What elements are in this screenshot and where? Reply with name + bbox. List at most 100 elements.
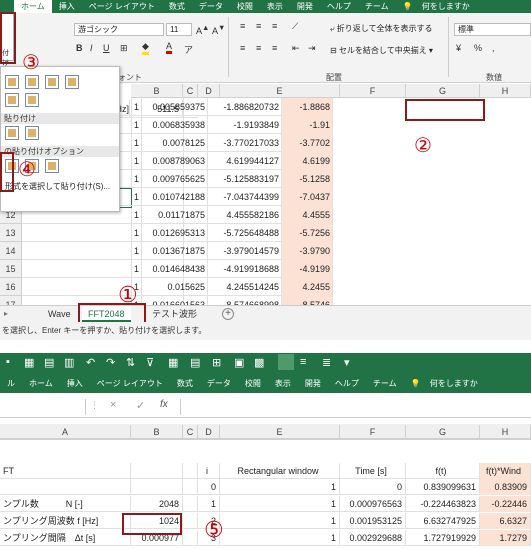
cell-ft[interactable]: 4.619944127 — [208, 152, 282, 170]
cell-ft-window[interactable]: -7.0437 — [282, 188, 333, 206]
align-bottom-icon[interactable]: ≡ — [272, 21, 277, 31]
cell-time[interactable]: 0.008789063 — [142, 152, 208, 170]
cell-ft-window[interactable]: 1.7279 — [480, 530, 531, 546]
camera-icon[interactable]: ▩ — [254, 356, 264, 369]
customize-icon[interactable]: ▾ — [344, 356, 350, 369]
cell-a-header[interactable]: FT — [0, 463, 131, 479]
sheet-tab-test-wave[interactable]: テスト波形 — [146, 306, 203, 322]
col-header-g-2[interactable]: G — [406, 425, 480, 439]
row-index-cell[interactable]: 13 — [0, 224, 22, 242]
cell-g-header[interactable]: f(t) — [406, 463, 480, 479]
font-name-combo[interactable]: 游ゴシック — [74, 23, 164, 36]
cell-window[interactable]: 1 — [22, 260, 142, 278]
enter-icon[interactable]: ✓ — [136, 399, 145, 412]
col-header-a-2[interactable]: A — [0, 425, 131, 439]
cell-window[interactable]: 1 — [22, 242, 142, 260]
cell-ft[interactable]: -5.125883197 — [208, 170, 282, 188]
cell-ft[interactable]: -3.770217033 — [208, 134, 282, 152]
comma-icon[interactable]: , — [492, 43, 495, 53]
cell-ft[interactable]: -7.043744399 — [208, 188, 282, 206]
col-header-f[interactable]: F — [340, 84, 406, 98]
format-icon[interactable]: ▤ — [190, 356, 200, 369]
cell-ft[interactable]: 0.839099631 — [406, 479, 480, 495]
tell-me-box-2[interactable]: 💡 何をしますか — [404, 378, 492, 389]
cell-c[interactable] — [183, 530, 198, 546]
paste-no-borders-icon[interactable] — [65, 75, 79, 89]
cell-i[interactable]: 1 — [198, 496, 220, 512]
cell-param-label[interactable]: ンプリング周波数 f [Hz] — [0, 513, 131, 529]
tab-help[interactable]: ヘルプ — [320, 1, 358, 12]
cell-time[interactable]: 0.015625 — [142, 278, 208, 296]
tell-me-box[interactable]: 💡 何をしますか — [396, 1, 484, 12]
paste-col-width-icon[interactable] — [5, 93, 19, 107]
formula-input[interactable] — [180, 399, 531, 415]
align-center-icon[interactable]: ≡ — [256, 43, 261, 53]
paste-icon[interactable] — [5, 75, 19, 89]
row-index-cell[interactable]: 16 — [0, 278, 22, 296]
cell-time[interactable]: 0.005859375 — [142, 98, 208, 116]
paste-values-icon[interactable] — [5, 126, 19, 140]
border-icon[interactable]: ⊞ — [212, 356, 221, 369]
cell-ft-window[interactable]: 4.2455 — [282, 278, 333, 296]
cell-time[interactable]: 0.009765625 — [142, 170, 208, 188]
tab-view-2[interactable]: 表示 — [268, 378, 298, 389]
cell-window[interactable]: 1 — [220, 513, 340, 529]
cell-time[interactable]: 0.013671875 — [142, 242, 208, 260]
col-header-c[interactable]: C — [183, 84, 198, 98]
tab-review[interactable]: 校閲 — [230, 1, 260, 12]
cell-ft-window[interactable]: -4.9199 — [282, 260, 333, 278]
tab-help-2[interactable]: ヘルプ — [328, 378, 366, 389]
bold-icon[interactable]: B — [76, 43, 83, 53]
col-header-e-2[interactable]: E — [220, 425, 340, 439]
fill-color-icon[interactable]: ◆ — [142, 41, 149, 55]
sheet-tab-wave[interactable]: Wave — [42, 306, 77, 322]
tab-formulas[interactable]: 数式 — [162, 1, 192, 12]
shrink-font-icon[interactable]: A▼ — [212, 23, 225, 36]
cell-time[interactable]: 0.010742188 — [142, 188, 208, 206]
tab-data[interactable]: データ — [192, 1, 230, 12]
cell-param-label[interactable]: ンプリング間隔 Δt [s] — [0, 530, 131, 546]
lines-icon[interactable]: ≣ — [322, 356, 331, 369]
cell-ft[interactable]: -3.979014579 — [208, 242, 282, 260]
wrap-text-button[interactable]: ⤶ 折り返して全体を表示する — [330, 23, 432, 34]
tab-file-2[interactable]: ル — [0, 378, 22, 389]
insert-chart-icon[interactable]: ▣ — [234, 356, 244, 369]
add-sheet-button[interactable]: + — [222, 308, 234, 320]
cell-window[interactable]: 1 — [220, 479, 340, 495]
tab-insert[interactable]: 挿入 — [52, 1, 82, 12]
indent-decrease-icon[interactable]: ⇤ — [292, 43, 300, 54]
cell-ft[interactable]: -0.224463823 — [406, 496, 480, 512]
orientation-icon[interactable]: ⟋ — [292, 21, 298, 32]
cell-time[interactable]: 0 — [340, 479, 406, 495]
grid-icon[interactable]: ▦ — [24, 356, 34, 369]
cancel-icon[interactable]: × — [110, 399, 116, 411]
chart-icon[interactable]: ▥ — [64, 356, 74, 369]
undo-icon[interactable]: ↶ — [86, 356, 95, 369]
cell-ft[interactable]: 1.727919929 — [406, 530, 480, 546]
cell-c[interactable] — [183, 513, 198, 529]
col-header-f-2[interactable]: F — [340, 425, 406, 439]
align-left-icon[interactable]: ≡ — [240, 43, 245, 53]
cell-ft-window[interactable]: -3.9790 — [282, 242, 333, 260]
col-header-h-2[interactable]: H — [480, 425, 531, 439]
cell-f-header[interactable]: Time [s] — [340, 463, 406, 479]
cell-ft-window[interactable]: -0.22446 — [480, 496, 531, 512]
cell-ft-window[interactable]: -5.1258 — [282, 170, 333, 188]
cell-window[interactable]: 1 — [220, 496, 340, 512]
cell-time[interactable]: 0.002929688 — [340, 530, 406, 546]
cell-ft-window[interactable]: -1.8868 — [282, 98, 333, 116]
tab-team[interactable]: チーム — [358, 1, 396, 12]
paste-transpose-icon[interactable] — [25, 93, 39, 107]
cell-ft-window[interactable]: -5.7256 — [282, 224, 333, 242]
cell-window[interactable]: 1 — [22, 224, 142, 242]
cell-ft[interactable]: -5.725648488 — [208, 224, 282, 242]
percent-icon[interactable]: % — [474, 43, 482, 53]
cell-time[interactable]: 0.000976563 — [340, 496, 406, 512]
tab-page-layout[interactable]: ページ レイアウト — [82, 1, 162, 12]
col-header-b-2[interactable]: B — [131, 425, 183, 439]
underline-icon[interactable]: U — [103, 43, 110, 53]
borders-icon[interactable]: ⊞ — [120, 43, 128, 54]
font-color-icon[interactable]: A — [166, 41, 173, 54]
cell-b-header[interactable] — [131, 463, 183, 479]
cell-ft[interactable]: -1.886820732 — [208, 98, 282, 116]
